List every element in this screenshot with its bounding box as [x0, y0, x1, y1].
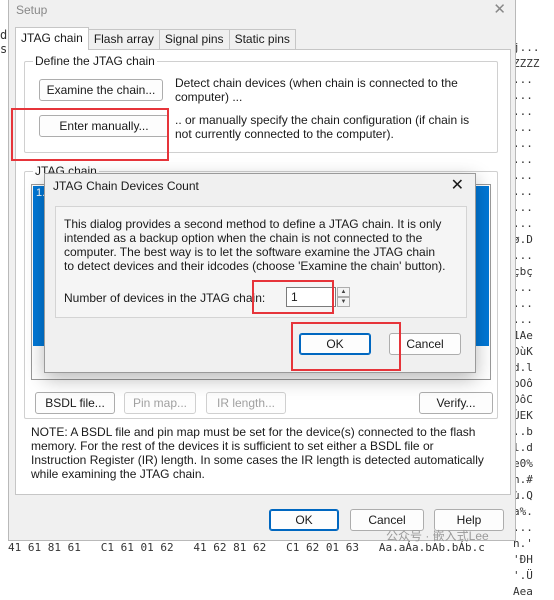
hex-right-text: l.d [513, 441, 533, 454]
hex-right-text: h.' [513, 537, 533, 550]
dialog-description-line: computer. The best way is to let the sof… [64, 245, 436, 259]
hex-right-text: DùK [513, 345, 533, 358]
hex-right-text: '.Ü [513, 569, 533, 582]
spin-down-icon[interactable]: ▼ [337, 297, 350, 307]
hex-right-text: ... [513, 169, 533, 182]
device-count-spinner: ▲ ▼ [337, 287, 350, 307]
define-chain-group: Define the JTAG chain Examine the chain.… [24, 54, 498, 153]
hex-right-text: ø.D [513, 233, 533, 246]
bsdl-file-button[interactable]: BSDL file... [35, 392, 115, 414]
manual-description-line: .. or manually specify the chain configu… [175, 113, 470, 127]
note-text: NOTE: A BSDL file and pin map must be se… [31, 425, 511, 481]
hex-right-text: ... [513, 185, 533, 198]
note-line: while examining the JTAG chain. [31, 467, 205, 481]
ir-length-button: IR length... [206, 392, 286, 414]
hex-right-text: DôC [513, 393, 533, 406]
tab-signal-pins[interactable]: Signal pins [158, 29, 230, 50]
hex-right-text: ... [513, 73, 533, 86]
spin-up-icon[interactable]: ▲ [337, 287, 350, 297]
device-count-input[interactable]: 1 [286, 287, 336, 307]
pin-map-button: Pin map... [124, 392, 196, 414]
manual-description-line: not currently connected to the computer)… [175, 127, 394, 141]
hex-right-text: ... [513, 201, 533, 214]
hex-left-column: d s [0, 28, 8, 56]
hex-right-text: ... [513, 89, 533, 102]
examine-description: Detect chain devices (when chain is conn… [175, 76, 458, 104]
setup-ok-button[interactable]: OK [269, 509, 339, 531]
enter-manually-button[interactable]: Enter manually... [39, 115, 169, 137]
devices-count-dialog: JTAG Chain Devices Count ✕ This dialog p… [44, 173, 476, 373]
hex-right-text: ZZZZ [513, 57, 540, 70]
dialog-title: JTAG Chain Devices Count [53, 179, 199, 193]
dialog-content-panel: This dialog provides a second method to … [55, 206, 467, 318]
hex-right-text: ... [513, 153, 533, 166]
hex-right-text: ... [513, 249, 533, 262]
examine-description-line: computer) ... [175, 90, 243, 104]
hex-left-text: d [0, 28, 8, 42]
watermark-text: 公众号 · 嵌入式Lee [386, 529, 489, 543]
hex-right-text: ... [513, 137, 533, 150]
examine-description-line: Detect chain devices (when chain is conn… [175, 76, 458, 90]
hex-right-text: ù.Q [513, 489, 533, 502]
hex-right-text: ... [513, 313, 533, 326]
hex-right-text: 'ÐH [513, 553, 533, 566]
note-line: memory. For the rest of the devices it i… [31, 439, 434, 453]
hex-right-text: ... [513, 121, 533, 134]
hex-right-text: ... [513, 105, 533, 118]
hex-right-text: Aea [513, 585, 533, 598]
close-icon[interactable]: ✕ [451, 175, 464, 195]
tab-bar: JTAG chain Flash array Signal pins Stati… [15, 27, 296, 50]
hex-right-text: ... [513, 281, 533, 294]
manual-description: .. or manually specify the chain configu… [175, 113, 469, 141]
hex-right-text: ... [513, 217, 533, 230]
hex-right-text: ... [513, 521, 533, 534]
close-icon[interactable]: ✕ [493, 0, 506, 18]
examine-chain-button[interactable]: Examine the chain... [39, 79, 163, 101]
hex-right-text: ..b [513, 425, 533, 438]
hex-right-text: 1Ae [513, 329, 533, 342]
hex-right-text: a%. [513, 505, 533, 518]
define-chain-group-label: Define the JTAG chain [33, 54, 157, 68]
dialog-ok-button[interactable]: OK [299, 333, 371, 355]
dialog-description-line: to detect devices and their idcodes (cho… [64, 259, 446, 273]
device-count-label: Number of devices in the JTAG chain: [64, 291, 266, 305]
tab-static-pins[interactable]: Static pins [228, 29, 296, 50]
hex-right-text: j... [513, 41, 540, 54]
hex-right-text: ÙEK [513, 409, 533, 422]
note-line: Instruction Register (IR) length. In som… [31, 453, 484, 467]
hex-right-text: ... [513, 297, 533, 310]
tab-jtag-chain[interactable]: JTAG chain [15, 27, 89, 50]
hex-right-text: bOô [513, 377, 533, 390]
tab-flash-array[interactable]: Flash array [87, 29, 160, 50]
hex-right-text: h.# [513, 473, 533, 486]
dialog-cancel-button[interactable]: Cancel [389, 333, 461, 355]
note-line: NOTE: A BSDL file and pin map must be se… [31, 425, 476, 439]
hex-right-text: çbç [513, 265, 533, 278]
dialog-description: This dialog provides a second method to … [64, 217, 464, 273]
dialog-description-line: intended as a backup option when the cha… [64, 231, 423, 245]
verify-button[interactable]: Verify... [419, 392, 493, 414]
dialog-description-line: This dialog provides a second method to … [64, 217, 442, 231]
hex-right-text: d.l [513, 361, 533, 374]
hex-right-column: j... ZZZZ.............................. ø.… [513, 40, 554, 600]
setup-title: Setup [16, 3, 48, 17]
hex-left-text: s [0, 42, 8, 56]
hex-right-text: e0% [513, 457, 533, 470]
